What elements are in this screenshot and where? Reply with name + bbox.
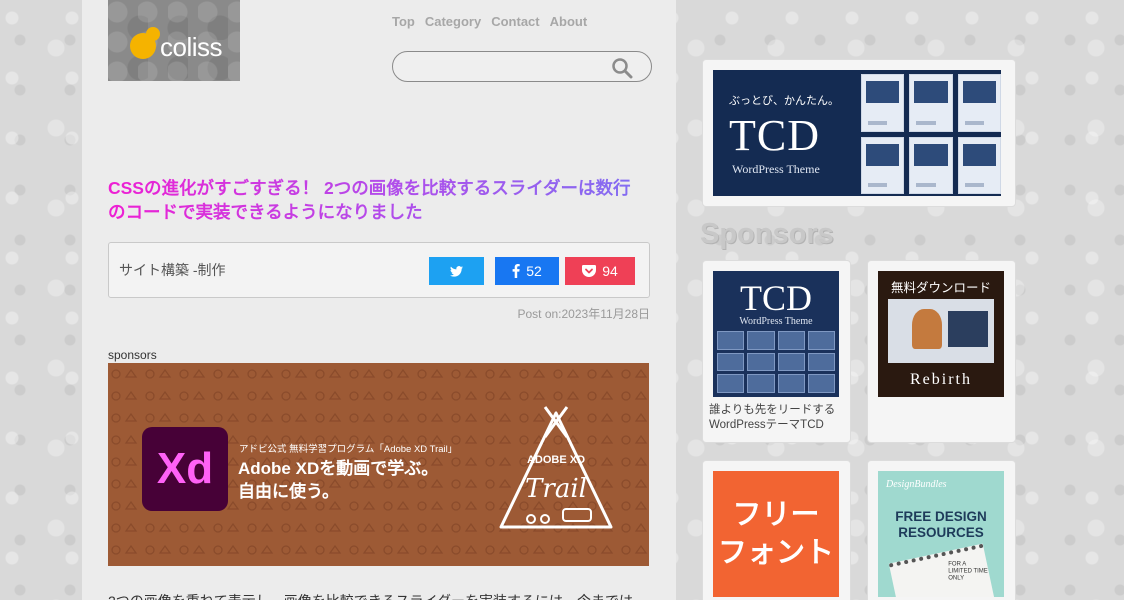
search-input[interactable] (405, 57, 605, 77)
tcd-ad-sub: WordPress Theme (739, 316, 813, 327)
theme-screenshot (861, 74, 905, 132)
article-meta-box: サイト構築 -制作 52 94 (108, 242, 650, 298)
adobe-xd-banner-ad[interactable]: Xd アドビ公式 無料学習プログラム「Adobe XD Trail」 Adobe… (108, 363, 649, 566)
squirrel-logo-icon (130, 27, 160, 59)
design-bundles-ad-image: DesignBundles FREE DESIGN RESOURCES FOR … (878, 471, 1004, 597)
rebirth-ad-head: 無料ダウンロード (890, 281, 991, 295)
site-logo[interactable]: coliss (108, 0, 240, 81)
tcd-ad-caption-line2: WordPressテーマTCD (709, 419, 824, 431)
article-title-line1: CSSの進化がすごすぎる！ 2つの画像を比較するスライダーは数行 (108, 178, 631, 198)
sidebar-ad-tcd[interactable]: TCD WordPress Theme 誰よりも先をリードする WordPres… (702, 260, 851, 443)
tcd-subtitle: WordPress Theme (732, 162, 820, 176)
design-bundles-text: FREE DESIGN RESOURCES (878, 509, 1004, 541)
notepad-illustration: FOR A LIMITED TIME ONLY (888, 543, 996, 597)
emblem-script-text: Trail (525, 474, 587, 504)
emblem-top-text: ADOBE XD (527, 454, 585, 466)
theme-screenshot (909, 136, 953, 194)
design-bundles-note: FOR A LIMITED TIME ONLY (948, 561, 988, 582)
pocket-count: 94 (602, 263, 618, 279)
design-bundles-brand: DesignBundles (886, 479, 947, 490)
tcd-ad-caption-line1: 誰よりも先をリードする (709, 404, 836, 416)
rebirth-ad-screens (888, 299, 994, 363)
sidebar-ad-free-font[interactable]: フリー フォント (702, 460, 851, 600)
sidebar-sponsors-heading: Sponsors (700, 218, 834, 250)
nav-contact[interactable]: Contact (491, 14, 539, 29)
sponsors-label: sponsors (108, 348, 157, 362)
free-font-ad-text: フリー フォント (718, 496, 834, 572)
banner-headline-line1: Adobe XDを動画で学ぶ。 (238, 459, 439, 478)
twitter-icon (450, 265, 463, 277)
free-font-line1: フリー (732, 499, 820, 531)
banner-subheading: アドビ公式 無料学習プログラム「Adobe XD Trail」 (239, 444, 458, 455)
article-title-line2: のコードで実装できるようになりました (108, 202, 423, 222)
theme-screenshot (909, 74, 953, 132)
tcd-ad-image: TCD WordPress Theme (713, 271, 839, 397)
search-box (392, 51, 652, 82)
tcd-ad-brand: TCD (740, 278, 812, 318)
article-title: CSSの進化がすごすぎる！ 2つの画像を比較するスライダーは数行 のコードで実装… (108, 176, 653, 224)
tcd-banner: ぶっとび、かんたん。 TCD WordPress Theme (713, 70, 1001, 196)
theme-screenshots (861, 74, 1001, 194)
facebook-share-button[interactable]: 52 (495, 257, 559, 285)
banner-headline: Adobe XDを動画で学ぶ。 自由に使う。 (238, 457, 438, 503)
category-link[interactable]: サイト構築 -制作 (119, 260, 226, 280)
pocket-save-button[interactable]: 94 (565, 257, 635, 285)
twitter-share-button[interactable] (429, 257, 484, 285)
nav-top[interactable]: Top (392, 14, 415, 29)
tcd-ad-grid (717, 331, 835, 393)
nav-about[interactable]: About (550, 14, 588, 29)
article-body-preview: 2つの画像を重ねて表示し、画像を比較できるスライダーを実装するには、今までは (108, 591, 653, 600)
rebirth-ad-foot: Rebirth (910, 371, 972, 388)
free-font-line2: フォント (717, 537, 834, 569)
facebook-count: 52 (526, 263, 542, 279)
free-font-ad-image: フリー フォント (713, 471, 839, 597)
xd-logo: Xd (142, 427, 228, 511)
logo-text: coliss (160, 32, 223, 62)
xd-trail-emblem-icon: ADOBE XD Trail (499, 406, 613, 529)
rebirth-ad-image: 無料ダウンロード Rebirth (878, 271, 1004, 397)
top-nav: Top Category Contact About (392, 14, 587, 29)
theme-screenshot (861, 136, 905, 194)
pocket-icon (582, 264, 597, 277)
tcd-tagline: ぶっとび、かんたん。 (729, 95, 839, 107)
search-icon[interactable] (611, 57, 633, 79)
theme-screenshot (957, 74, 1001, 132)
nav-category[interactable]: Category (425, 14, 481, 29)
sidebar-ad-rebirth[interactable]: 無料ダウンロード Rebirth (867, 260, 1016, 443)
design-bundles-line1: FREE DESIGN (895, 509, 987, 524)
tcd-ad-caption: 誰よりも先をリードする WordPressテーマTCD (709, 403, 835, 433)
sidebar-ad-tcd-top[interactable]: ぶっとび、かんたん。 TCD WordPress Theme (702, 59, 1016, 207)
theme-screenshot (957, 136, 1001, 194)
sidebar-ad-design-bundles[interactable]: DesignBundles FREE DESIGN RESOURCES FOR … (867, 460, 1016, 600)
banner-headline-line2: 自由に使う。 (238, 482, 339, 501)
tcd-brand: TCD (729, 111, 820, 160)
post-date: Post on:2023年11月28日 (517, 307, 650, 321)
facebook-icon (512, 264, 520, 278)
design-bundles-line2: RESOURCES (898, 525, 984, 540)
